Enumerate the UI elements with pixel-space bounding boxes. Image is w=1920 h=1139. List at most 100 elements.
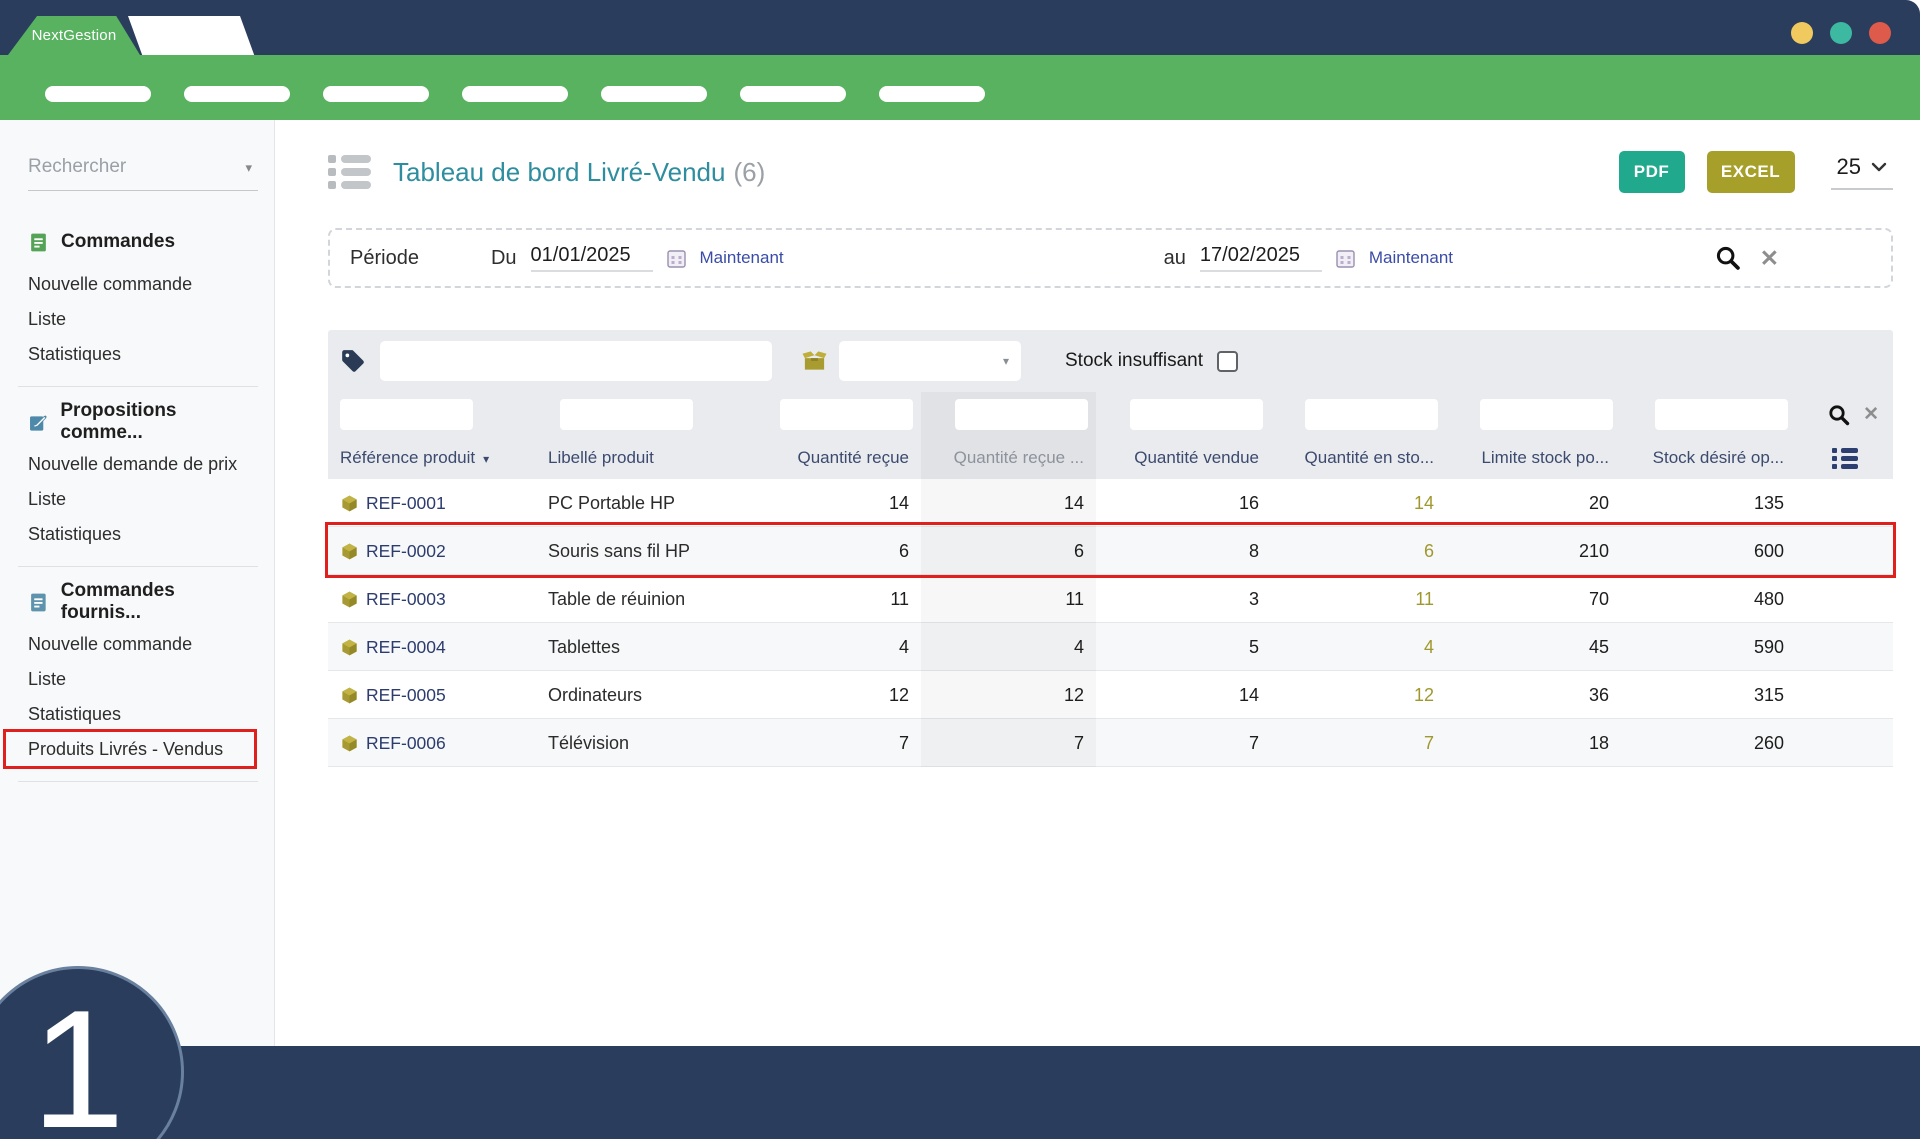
column-header-limite-stock[interactable]: Limite stock po... — [1446, 437, 1621, 479]
nav-pill-placeholder[interactable] — [323, 86, 429, 102]
pdf-export-button[interactable]: PDF — [1618, 151, 1685, 193]
calendar-icon[interactable] — [1336, 249, 1355, 268]
table-row[interactable]: REF-0006 Télévision 7 7 7 7 18 260 — [328, 719, 1893, 767]
excel-export-button[interactable]: EXCEL — [1706, 151, 1795, 193]
search-icon[interactable] — [1827, 403, 1851, 427]
row-options-cell — [1796, 479, 1893, 527]
filter-input-qte-recue-2[interactable] — [955, 399, 1088, 430]
product-ref-link[interactable]: REF-0005 — [366, 685, 446, 706]
column-header-stock-desire[interactable]: Stock désiré op... — [1621, 437, 1796, 479]
sidebar-item[interactable]: Produits Livrés - Vendus — [3, 729, 258, 769]
column-header-libelle[interactable]: Libellé produit — [548, 437, 746, 479]
stock-desired-cell: 590 — [1753, 636, 1784, 657]
search-icon[interactable] — [1714, 244, 1742, 272]
product-ref-link[interactable]: REF-0004 — [366, 637, 446, 658]
filter-input-reference[interactable] — [340, 399, 473, 430]
nav-pill-placeholder[interactable] — [184, 86, 290, 102]
sidebar-search-input[interactable] — [28, 156, 228, 178]
period-from-group: Du Maintenant — [491, 244, 784, 272]
column-header-qte-stock[interactable]: Quantité en sto... — [1271, 437, 1446, 479]
sidebar-item[interactable]: Liste — [28, 482, 258, 517]
sidebar-search[interactable]: ▾ — [28, 148, 258, 191]
product-ref-link[interactable]: REF-0003 — [366, 589, 446, 610]
filter-input-stock-desire[interactable] — [1655, 399, 1788, 430]
secondary-tab-placeholder[interactable] — [128, 16, 255, 55]
status-dot-teal[interactable] — [1830, 22, 1852, 44]
product-ref-link[interactable]: REF-0006 — [366, 733, 446, 754]
sidebar-item-label: Nouvelle commande — [28, 634, 193, 654]
product-label-cell: Télévision — [548, 732, 630, 753]
sidebar-item[interactable]: Nouvelle commande — [28, 267, 258, 302]
column-header-qte-vendue[interactable]: Quantité vendue — [1096, 437, 1271, 479]
page-size-select[interactable]: 25 — [1830, 154, 1893, 190]
sidebar-item[interactable]: Liste — [28, 302, 258, 337]
search-dropdown-caret-icon[interactable]: ▾ — [245, 160, 252, 176]
now-link-to[interactable]: Maintenant — [1369, 248, 1453, 268]
sidebar-section-commandes: Commandes Nouvelle commande Liste Statisti… — [18, 225, 258, 387]
nav-pill-placeholder[interactable] — [45, 86, 151, 102]
sidebar-item[interactable]: Statistiques — [28, 517, 258, 552]
column-header-options[interactable] — [1796, 437, 1893, 479]
table-row[interactable]: REF-0005 Ordinateurs 12 12 14 12 36 315 — [328, 671, 1893, 719]
table-row[interactable]: REF-0001 PC Portable HP 14 14 16 14 20 1… — [328, 479, 1893, 527]
period-to-group: au Maintenant — [1164, 244, 1453, 272]
qty-sold-cell: 14 — [1238, 684, 1259, 705]
status-dot-yellow[interactable] — [1791, 22, 1813, 44]
tag-filter-input[interactable] — [380, 341, 772, 381]
proposal-pen-icon — [30, 414, 47, 431]
qty-received-cell: 14 — [888, 492, 909, 513]
sidebar-item-label: Liste — [28, 669, 67, 689]
sidebar-item-label: Nouvelle commande — [28, 274, 193, 294]
sidebar-item[interactable]: Nouvelle demande de prix — [28, 447, 258, 482]
column-header-qte-recue[interactable]: Quantité reçue — [746, 437, 921, 479]
filter-input-qte-recue[interactable] — [780, 399, 913, 430]
nav-pill-placeholder[interactable] — [462, 86, 568, 102]
nav-pill-placeholder[interactable] — [740, 86, 846, 102]
column-header-reference[interactable]: Référence produit ▾ — [328, 437, 548, 479]
qty-in-stock-cell: 11 — [1415, 588, 1434, 609]
step-number: 1 — [31, 975, 125, 1139]
sidebar-item[interactable]: Nouvelle commande — [28, 627, 258, 662]
sidebar-items-fournisseurs: Nouvelle commande Liste Statistiques Produi… — [3, 627, 258, 769]
row-options-cell — [1796, 575, 1893, 623]
period-from-label: Du — [490, 246, 517, 269]
brand-tab[interactable]: NextGestion — [8, 16, 140, 55]
clear-filter-icon[interactable]: ✕ — [1760, 246, 1779, 270]
filter-input-limite-stock[interactable] — [1480, 399, 1613, 430]
filter-input-qte-stock[interactable] — [1305, 399, 1438, 430]
main-content: Tableau de bord Livré-Vendu (6) PDF EXCE… — [276, 120, 1920, 1046]
filter-input-qte-vendue[interactable] — [1130, 399, 1263, 430]
table-row[interactable]: REF-0003 Table de réuinion 11 11 3 11 70… — [328, 575, 1893, 623]
table-row[interactable]: REF-0004 Tablettes 4 4 5 4 45 590 — [328, 623, 1893, 671]
sidebar-item[interactable]: Statistiques — [28, 337, 258, 372]
sidebar-divider — [18, 566, 258, 567]
column-header-qte-recue-2[interactable]: Quantité reçue ... — [921, 437, 1096, 479]
nav-pill-placeholder[interactable] — [879, 86, 985, 102]
product-label-cell: Table de réuinion — [548, 588, 686, 609]
table-body: REF-0001 PC Portable HP 14 14 16 14 20 1… — [325, 479, 1896, 767]
clear-filter-icon[interactable]: ✕ — [1863, 405, 1879, 424]
supplier-select[interactable]: ▾ — [839, 341, 1021, 381]
calendar-icon[interactable] — [666, 249, 686, 268]
sidebar-item[interactable]: Statistiques — [28, 697, 258, 732]
column-options-icon — [1831, 447, 1858, 469]
stock-limit-cell: 36 — [1588, 684, 1609, 705]
product-ref-link[interactable]: REF-0001 — [366, 493, 446, 514]
stock-insufficient-label: Stock insuffisant — [1065, 350, 1204, 371]
sidebar-section-title: Propositions comme... — [28, 400, 258, 443]
table-row[interactable]: REF-0002 Souris sans fil HP 6 6 8 6 210 … — [325, 522, 1896, 578]
nav-pill-placeholder[interactable] — [601, 86, 707, 102]
now-link-from[interactable]: Maintenant — [700, 248, 784, 268]
sidebar-item-label: Liste — [28, 309, 67, 329]
date-from-input[interactable] — [530, 244, 653, 272]
row-options-cell — [1796, 623, 1893, 671]
status-dot-red[interactable] — [1869, 22, 1891, 44]
product-ref-link[interactable]: REF-0002 — [366, 541, 446, 562]
stock-insufficient-checkbox[interactable] — [1217, 350, 1239, 372]
filter-input-libelle[interactable] — [560, 399, 693, 430]
qty-received-cell: 11 — [890, 588, 909, 609]
date-to-input[interactable] — [1199, 244, 1322, 272]
product-ref-cell: REF-0004 — [328, 623, 548, 671]
sidebar-item[interactable]: Liste — [28, 662, 258, 697]
sidebar-items-propositions: Nouvelle demande de prix Liste Statistique… — [28, 447, 258, 552]
